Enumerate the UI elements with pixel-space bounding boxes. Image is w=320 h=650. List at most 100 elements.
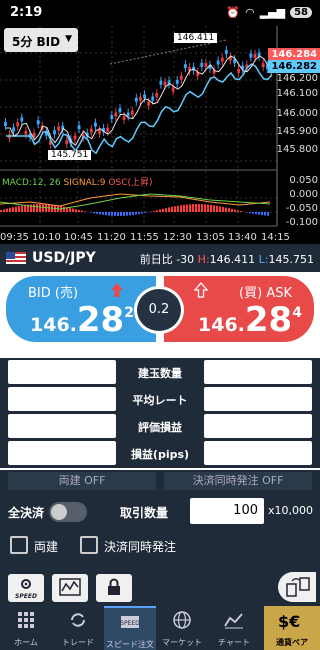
macd-bar	[15, 206, 17, 212]
macd-bar	[3, 209, 5, 212]
pair-stats: 前日比 -30 H:146.411 L:145.751	[139, 253, 314, 266]
macd-bar	[42, 204, 44, 212]
lock-button[interactable]	[96, 574, 132, 602]
status-bar: 2:19 ⏰ ◠ ▂▄▆ 58	[0, 0, 320, 26]
macd-bar	[180, 205, 182, 212]
macd-bar	[33, 204, 35, 212]
info-label: 平均レート	[132, 394, 188, 407]
macd-bar	[126, 212, 128, 216]
simul-order-checkbox[interactable]	[80, 536, 98, 554]
macd-bar	[84, 211, 86, 212]
buy-pl-pips	[204, 441, 312, 465]
macd-bar	[252, 212, 254, 214]
macd-bar	[117, 212, 119, 216]
chart-icon	[224, 613, 243, 629]
sell-eval-pl	[8, 414, 116, 438]
macd-bar	[93, 212, 95, 214]
chart-low-marker: 145.751	[48, 150, 92, 160]
macd-bar	[138, 212, 140, 215]
macd-bar	[162, 208, 164, 212]
clock: 2:19	[10, 5, 43, 20]
time-label: 10:45	[64, 232, 93, 243]
nav-home[interactable]: ホーム	[0, 606, 52, 650]
exchange-icon	[71, 613, 85, 627]
macd-bar	[219, 206, 221, 212]
macd-bar	[165, 208, 167, 212]
layout-switch-button[interactable]	[278, 572, 316, 602]
macd-bar	[63, 206, 65, 212]
currency-bag-icon: $€	[278, 612, 301, 631]
macd-bar	[261, 212, 263, 216]
trade-qty-input[interactable]: 100	[190, 498, 264, 524]
macd-bar	[249, 212, 251, 214]
sell-avg-rate	[8, 387, 116, 411]
macd-bar	[18, 206, 20, 212]
time-label: 11:55	[130, 232, 159, 243]
signal-icon: ▂▄▆	[259, 6, 286, 19]
settle-all-label: 全決済	[8, 506, 45, 520]
us-flag-icon	[6, 252, 26, 264]
chart-toggle-button[interactable]	[52, 574, 88, 602]
wifi-icon: ◠	[245, 6, 255, 19]
info-label: 建玉数量	[138, 367, 182, 380]
macd-bar	[12, 207, 14, 212]
pair-header: USD/JPY 前日比 -30 H:146.411 L:145.751	[0, 244, 320, 272]
nav-chart[interactable]: チャート	[208, 606, 260, 650]
macd-bar	[186, 204, 188, 212]
both-side-checkbox[interactable]	[10, 536, 28, 554]
trade-qty-label: 取引数量	[120, 506, 169, 520]
speed-settings-button[interactable]: SPEED	[8, 574, 44, 602]
time-label: 13:40	[228, 232, 257, 243]
macd-bar	[141, 212, 143, 214]
axis-label: 145.800	[276, 144, 318, 155]
macd-bar	[78, 209, 80, 212]
axis-label: 146.100	[276, 88, 318, 99]
macd-bar	[96, 212, 98, 214]
time-label: 14:15	[261, 232, 290, 243]
price-chart[interactable]: 5分 BID ▼ 146.411 145.751 146.284 146.282…	[0, 26, 320, 244]
trade-panel: USD/JPY 前日比 -30 H:146.411 L:145.751 BID …	[0, 244, 320, 606]
macd-bar	[102, 212, 104, 215]
macd-bar	[144, 212, 146, 213]
currency-pair[interactable]: USD/JPY	[32, 250, 96, 266]
macd-bar	[75, 209, 77, 212]
bid-label: BID (売)	[28, 286, 79, 301]
axis-label: 146.000	[276, 108, 318, 119]
option-status-row: 両建 OFF 決済同時発注 OFF	[0, 470, 320, 492]
macd-bar	[231, 208, 233, 212]
nav-trade[interactable]: トレード	[52, 606, 104, 650]
info-label: 評価損益	[138, 421, 182, 434]
macd-bar	[177, 205, 179, 212]
macd-bar	[237, 210, 239, 212]
ask-buy-button[interactable]: (買) ASK 146.284	[164, 276, 314, 342]
macd-bar	[24, 205, 26, 212]
macd-bar	[222, 206, 224, 212]
time-label: 10:10	[32, 232, 61, 243]
macd-bar	[69, 207, 71, 212]
macd-bar	[114, 212, 116, 216]
macd-bar	[72, 208, 74, 212]
speed-icon: SPEED	[120, 616, 140, 628]
bid-price: 146.282	[30, 300, 134, 340]
macd-bar	[216, 205, 218, 212]
nav-speed-order[interactable]: SPEED スピード注文	[104, 606, 156, 650]
order-settings: 全決済 取引数量 100 x10,000 両建 決済同時発注 SPEED	[0, 492, 320, 606]
axis-label: 146.200	[276, 73, 318, 84]
time-label: 13:05	[196, 232, 225, 243]
nav-market[interactable]: マーケット	[156, 606, 208, 650]
macd-bar	[132, 212, 134, 216]
nav-currency-pair[interactable]: $€ 通貨ペア	[264, 606, 320, 650]
macd-axis-label: -0.100	[285, 217, 318, 228]
timeframe-select[interactable]: 5分 BID ▼	[4, 28, 78, 52]
macd-bar	[234, 209, 236, 212]
ask-price: 146.284	[198, 300, 302, 340]
globe-icon	[173, 611, 191, 629]
macd-bar	[171, 206, 173, 212]
settle-all-toggle[interactable]	[49, 502, 87, 522]
sell-position-qty	[8, 360, 116, 384]
trade-unit: x10,000	[268, 504, 313, 517]
both-side-status: 両建 OFF	[8, 472, 156, 490]
macd-bar	[39, 204, 41, 212]
macd-axis-label: -0.050	[285, 203, 318, 214]
macd-bar	[21, 205, 23, 212]
